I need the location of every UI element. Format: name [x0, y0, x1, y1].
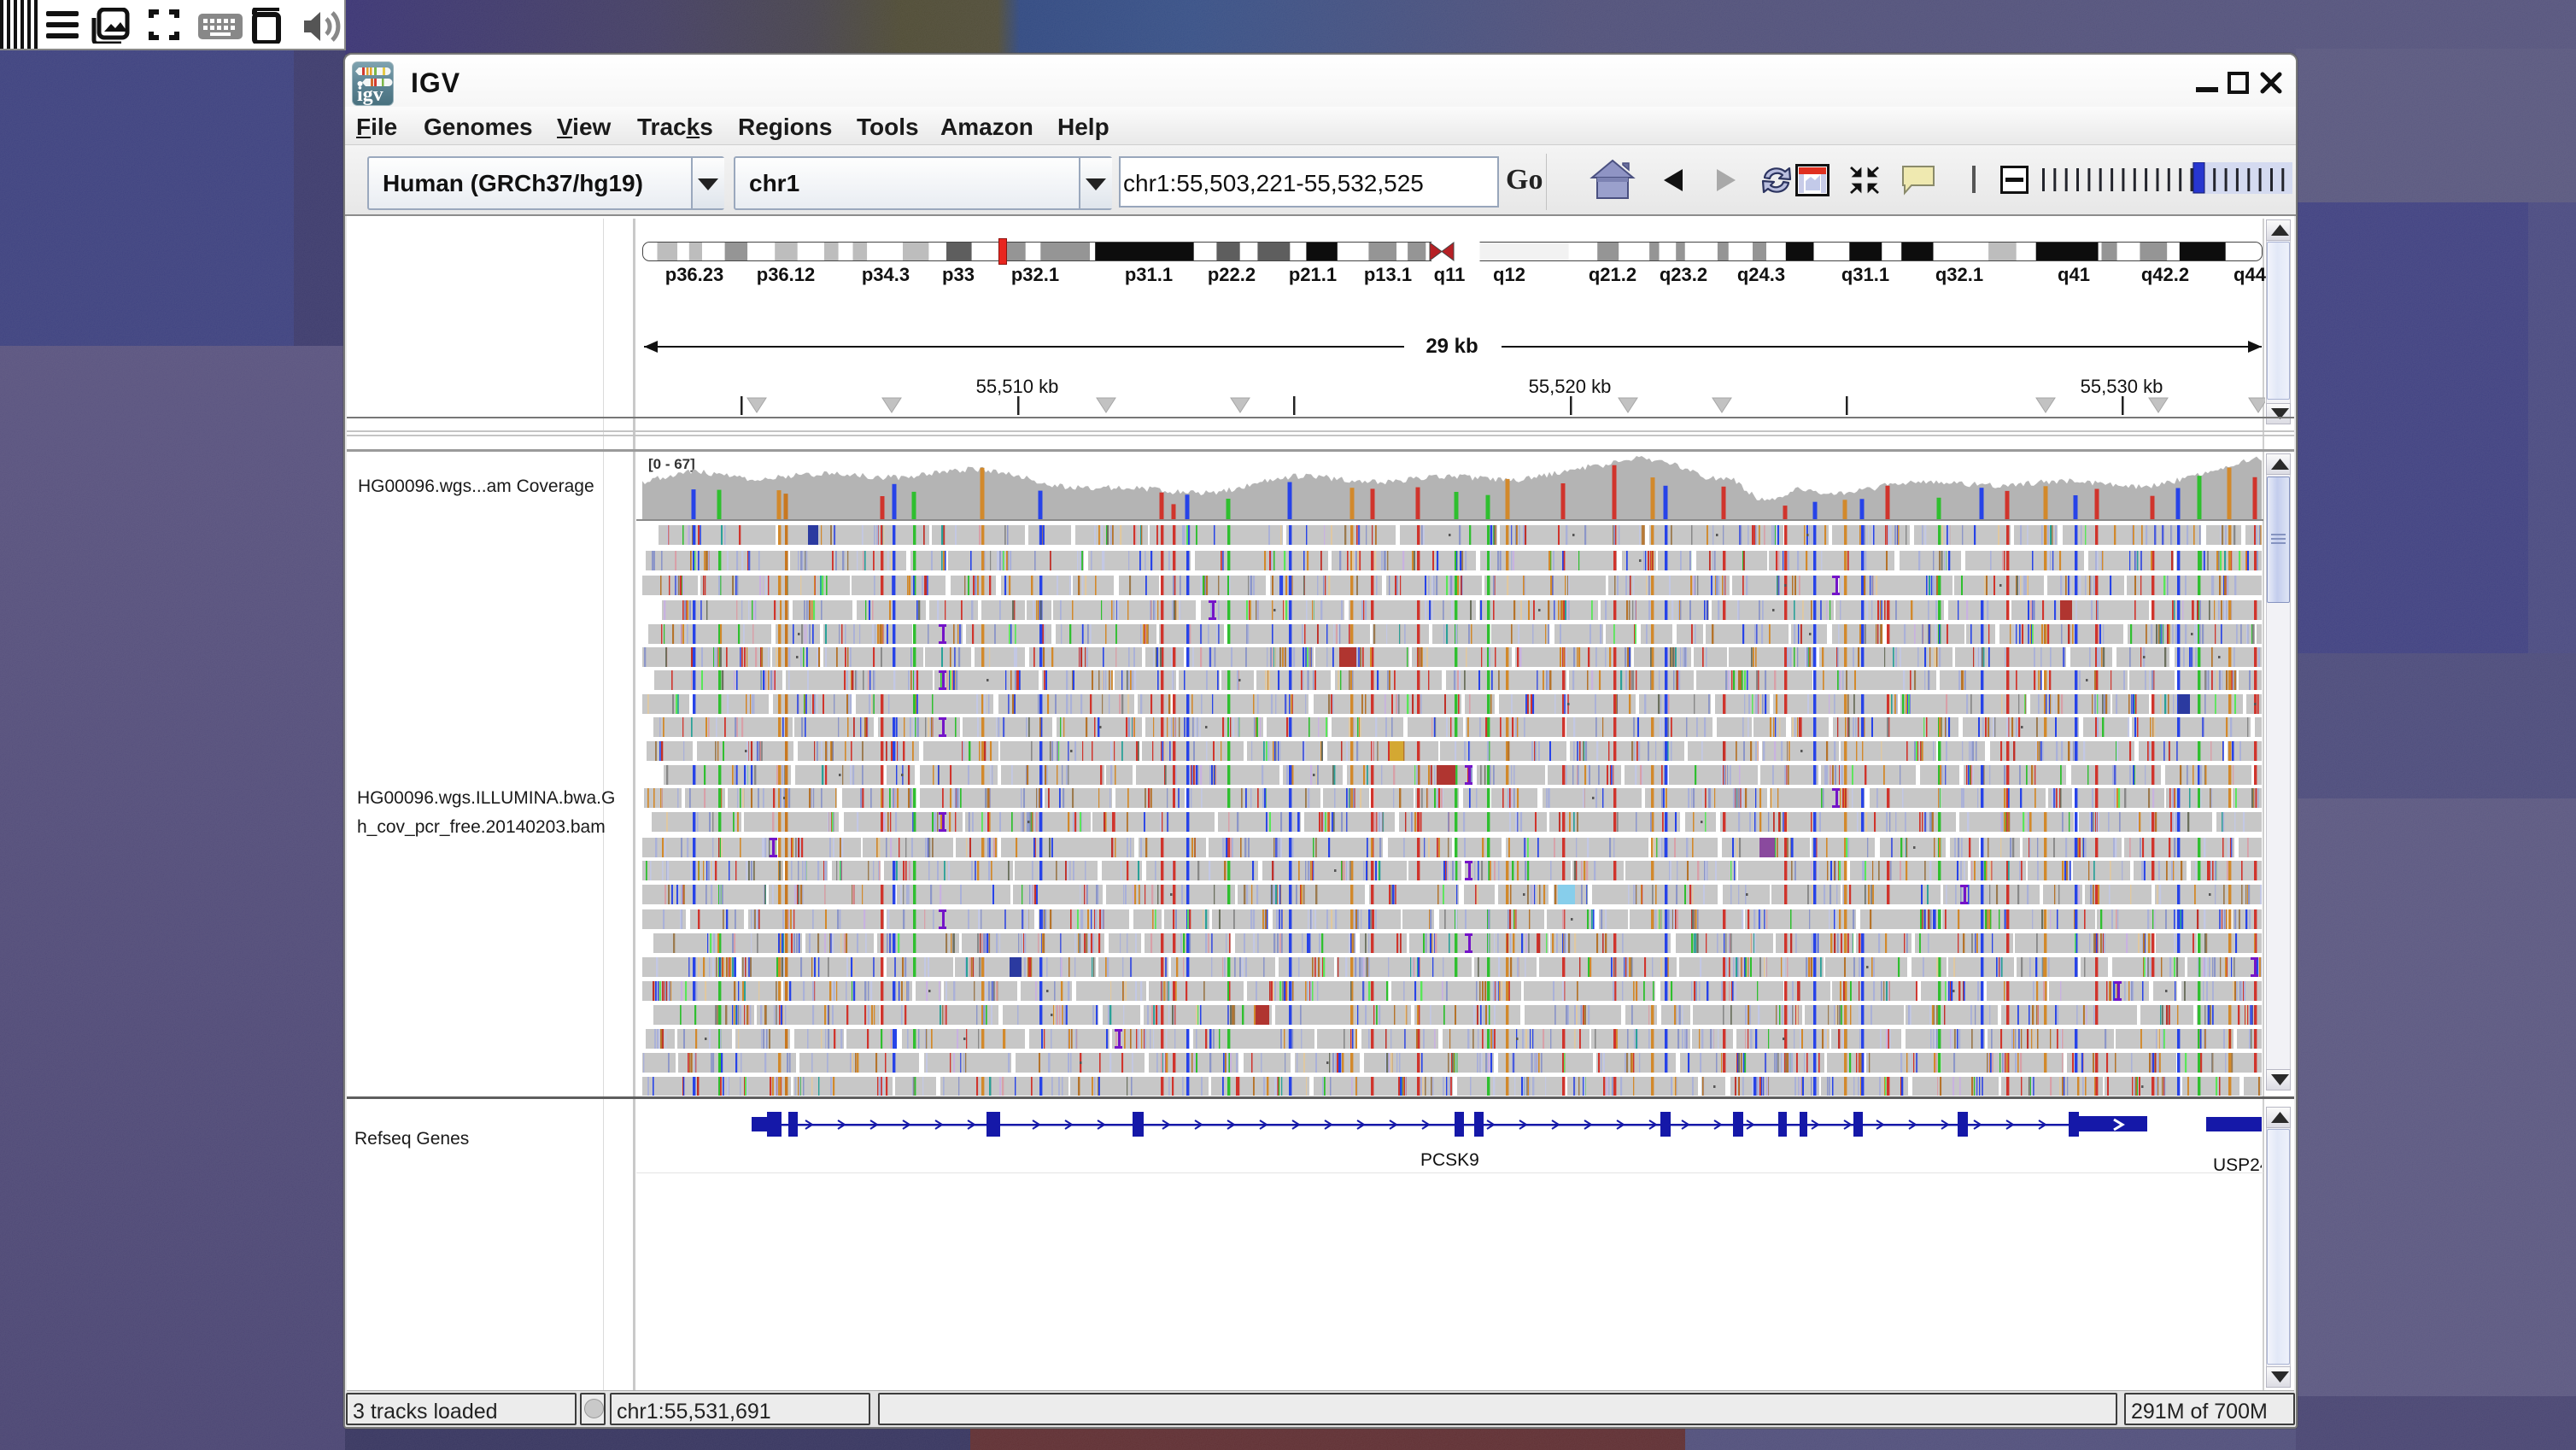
svg-text:igv: igv [357, 84, 383, 106]
